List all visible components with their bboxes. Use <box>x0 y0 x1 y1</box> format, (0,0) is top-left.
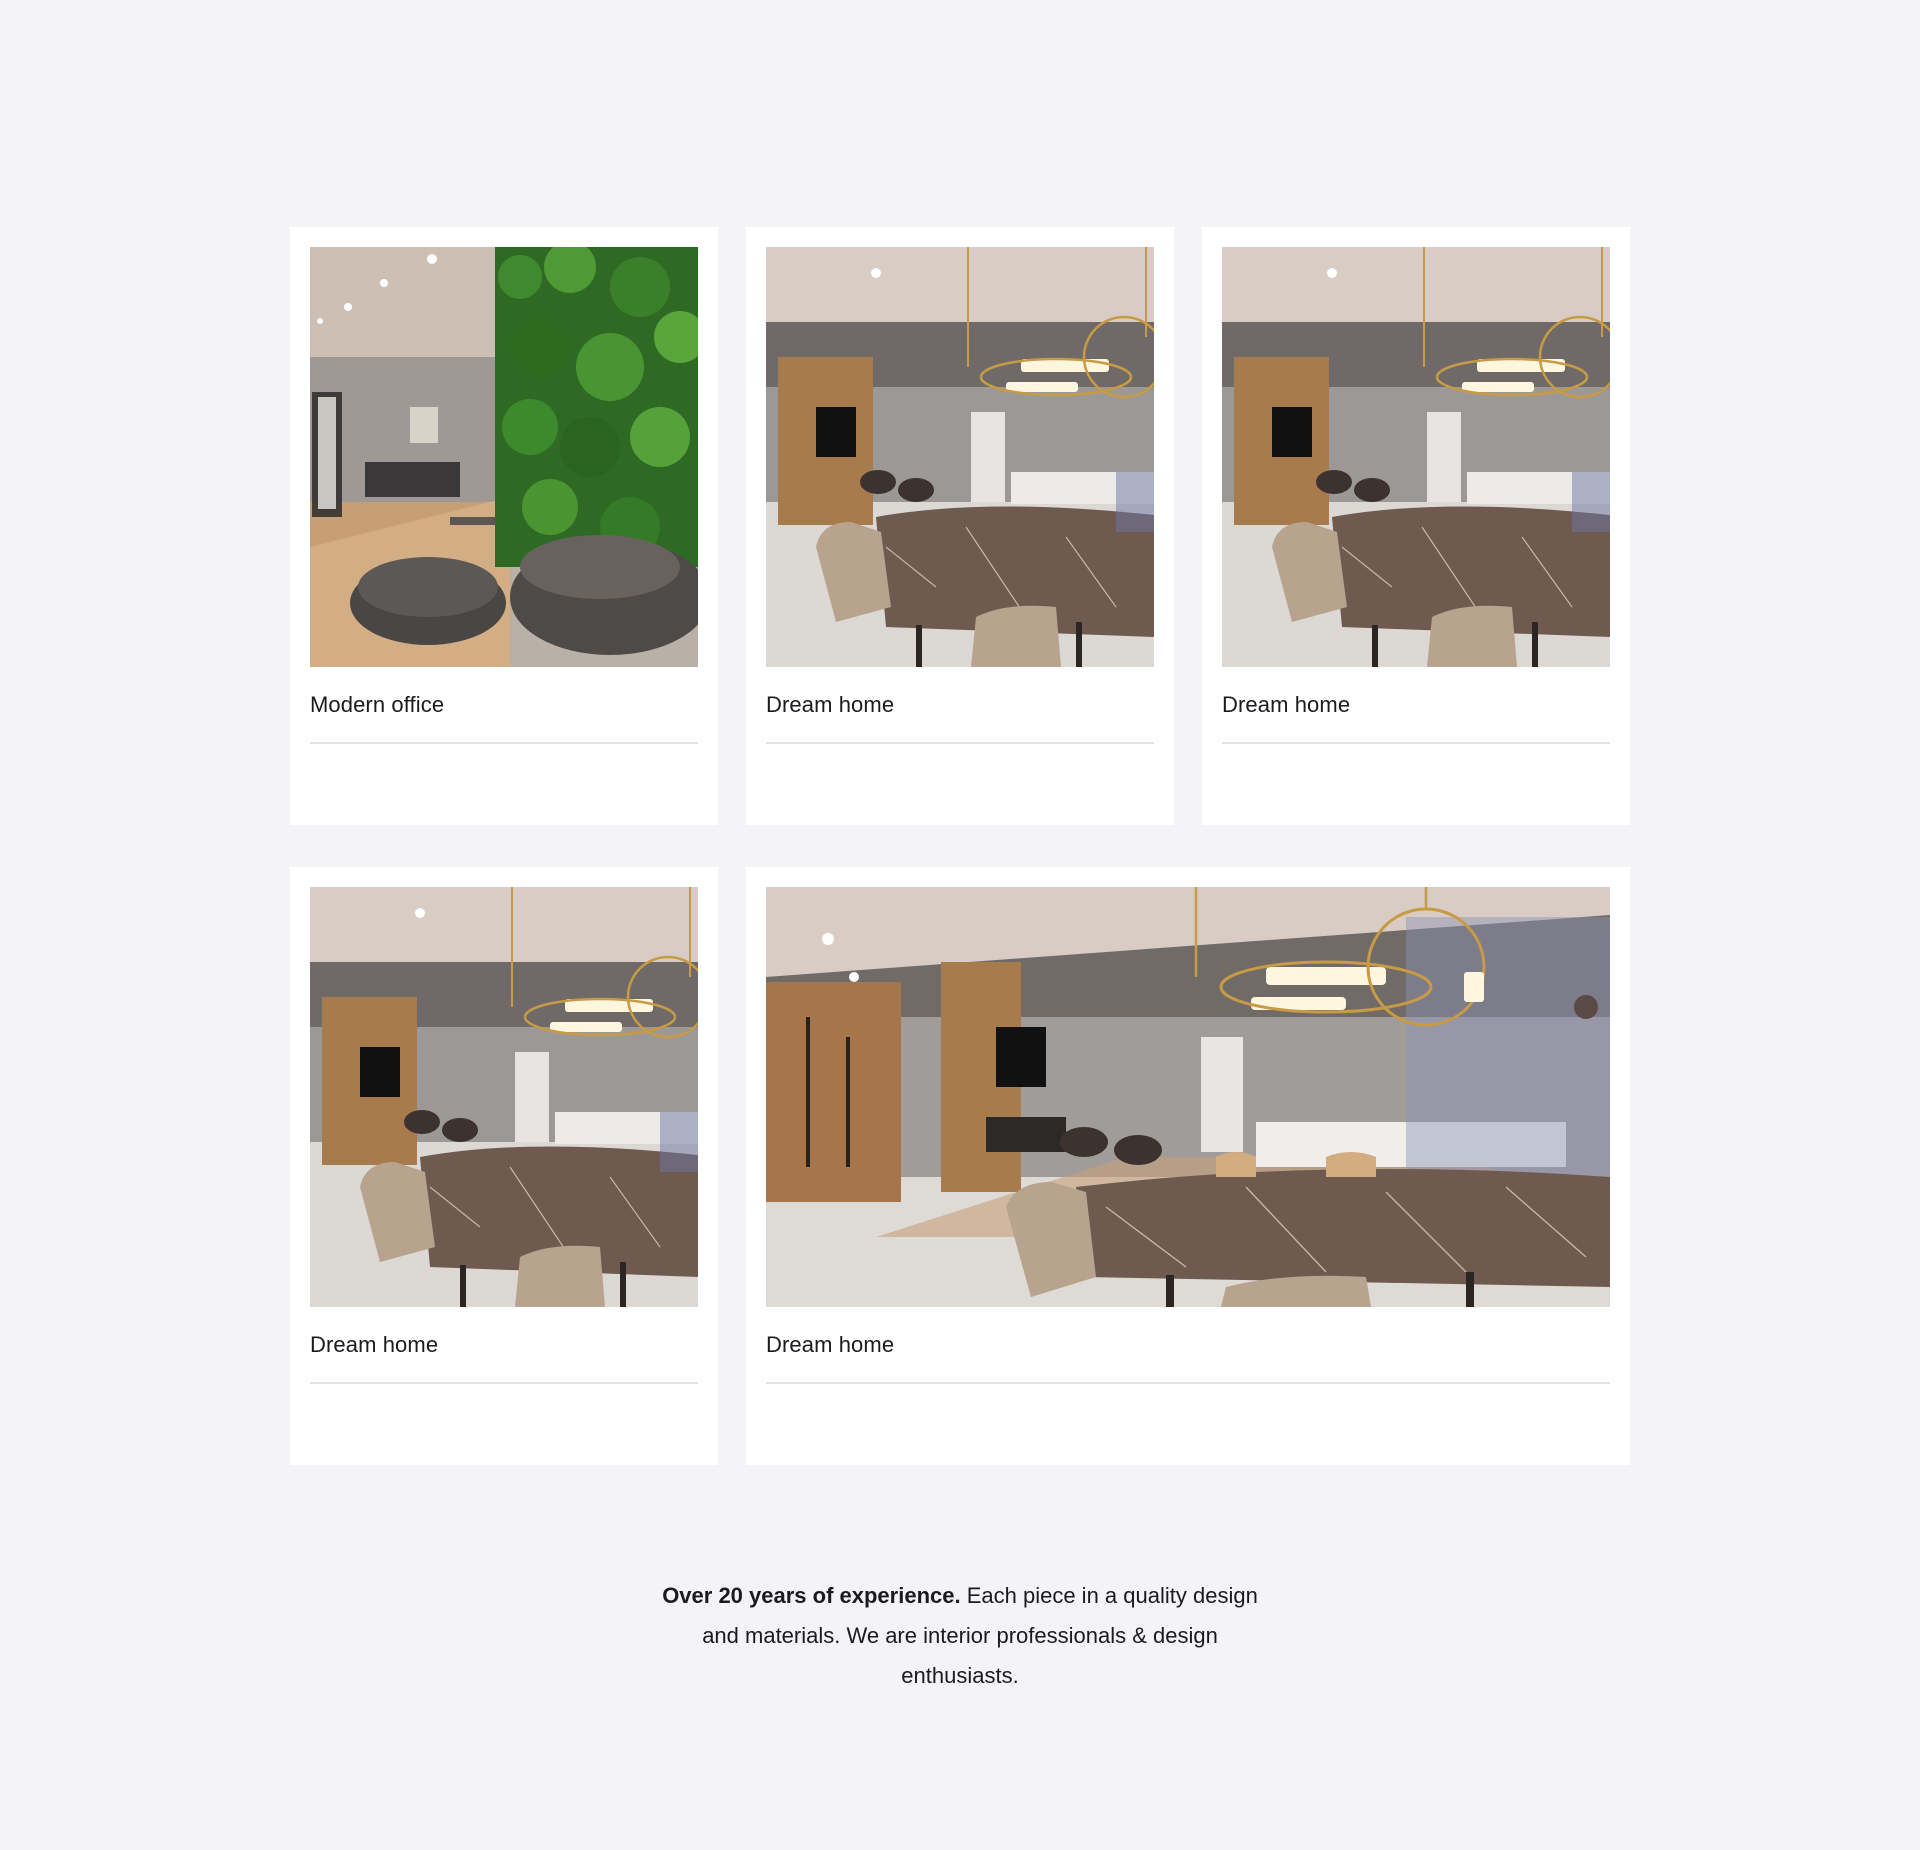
experience-lead: Over 20 years of experience. <box>662 1583 961 1608</box>
project-title: Dream home <box>766 692 895 717</box>
card-divider <box>766 1382 1610 1384</box>
card-divider <box>310 742 698 744</box>
project-card[interactable]: Modern office <box>290 227 718 825</box>
project-title: Modern office <box>310 692 445 717</box>
project-title: Dream home <box>766 1332 895 1357</box>
experience-statement: Over 20 years of experience. Each piece … <box>660 1576 1260 1696</box>
project-photo[interactable] <box>1222 247 1610 667</box>
office-photo-image <box>310 247 698 667</box>
dining-room-photo-image <box>1222 247 1610 667</box>
dining-room-photo-image <box>310 887 698 1307</box>
wide-dining-room-photo-image <box>766 887 1610 1307</box>
card-divider <box>766 742 1154 744</box>
project-title: Dream home <box>310 1332 439 1357</box>
project-photo[interactable] <box>766 887 1610 1307</box>
project-photo[interactable] <box>310 887 698 1307</box>
project-card[interactable]: Dream home <box>746 867 1630 1465</box>
project-card[interactable]: Dream home <box>746 227 1174 825</box>
project-card[interactable]: Dream home <box>290 867 718 1465</box>
card-divider <box>1222 742 1610 744</box>
card-divider <box>310 1382 698 1384</box>
dining-room-photo-image <box>766 247 1154 667</box>
project-photo[interactable] <box>310 247 698 667</box>
project-title: Dream home <box>1222 692 1351 717</box>
project-photo[interactable] <box>766 247 1154 667</box>
project-card[interactable]: Dream home <box>1202 227 1630 825</box>
